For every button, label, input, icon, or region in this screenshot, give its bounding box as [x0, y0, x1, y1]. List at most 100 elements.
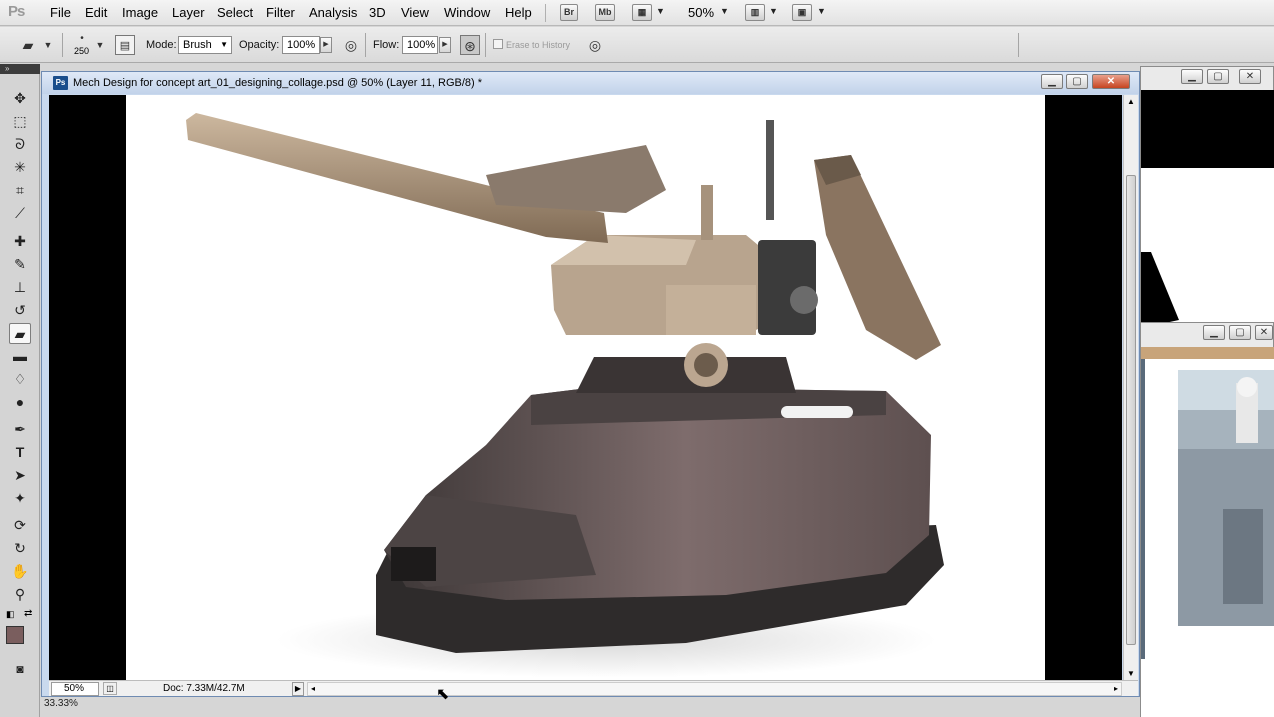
status-menu-arrow-icon[interactable]: ▶: [292, 682, 304, 696]
shape-icon[interactable]: ✦: [9, 488, 31, 509]
eraser-icon[interactable]: ▰: [9, 323, 31, 344]
menu-3d[interactable]: 3D: [369, 5, 386, 20]
document-window[interactable]: Ps Mech Design for concept art_01_design…: [41, 71, 1140, 697]
menu-file[interactable]: File: [50, 5, 71, 20]
minimize-icon[interactable]: ▁: [1203, 325, 1225, 340]
maximize-icon[interactable]: ▢: [1207, 69, 1229, 84]
airbrush-icon[interactable]: ⊛: [460, 35, 480, 55]
swap-colors-icon[interactable]: ⇄: [24, 608, 32, 619]
brush-panel-icon[interactable]: ▤: [115, 35, 135, 55]
options-separator: [62, 33, 63, 57]
options-separator: [1018, 33, 1019, 57]
blur-icon[interactable]: ♢: [9, 369, 31, 390]
magic-wand-icon[interactable]: ✳: [9, 157, 31, 178]
brush-icon[interactable]: ✎: [9, 254, 31, 275]
close-icon[interactable]: ✕: [1092, 74, 1130, 89]
foreground-color-swatch[interactable]: [6, 626, 24, 644]
menu-window[interactable]: Window: [444, 5, 490, 20]
vertical-scrollbar[interactable]: ▲ ▼: [1123, 95, 1138, 680]
document-titlebar[interactable]: Ps Mech Design for concept art_01_design…: [42, 72, 1139, 94]
type-icon[interactable]: T: [9, 442, 31, 463]
menu-help[interactable]: Help: [505, 5, 532, 20]
mode-select[interactable]: Brush ▼: [178, 36, 232, 54]
vertical-scrollbar-thumb[interactable]: [1126, 175, 1136, 645]
lasso-icon[interactable]: ᘐ: [9, 134, 31, 155]
crop-icon[interactable]: ⌗: [9, 180, 31, 201]
bridge-button[interactable]: Br: [560, 4, 578, 21]
options-separator: [485, 33, 486, 57]
background-document-window[interactable]: ▁ ▢ ✕: [1140, 66, 1274, 334]
mini-bridge-button[interactable]: Mb: [595, 4, 615, 21]
background-window-canvas: [1141, 359, 1274, 717]
zoom-level-menu[interactable]: 50%: [688, 5, 714, 20]
arrange-documents-icon[interactable]: ▥: [745, 4, 765, 21]
mouse-cursor-icon: ⬉: [436, 686, 450, 703]
maximize-icon[interactable]: ▢: [1066, 74, 1088, 89]
erase-to-history-checkbox[interactable]: [493, 39, 503, 49]
extras-icon[interactable]: ▦: [632, 4, 652, 21]
dodge-icon[interactable]: ●: [9, 392, 31, 413]
chevron-down-icon[interactable]: ▼: [656, 6, 665, 16]
tablet-pressure-size-icon[interactable]: ◎: [585, 35, 605, 55]
scroll-right-icon[interactable]: ▸: [1114, 684, 1118, 693]
minimize-icon[interactable]: ▁: [1041, 74, 1063, 89]
erase-to-history-label: Erase to History: [506, 40, 571, 50]
background-window-artwork: [1141, 252, 1179, 328]
quick-mask-icon[interactable]: ◙: [9, 659, 31, 680]
minimize-icon[interactable]: ▁: [1181, 69, 1203, 84]
tablet-pressure-opacity-icon[interactable]: ◎: [341, 35, 361, 55]
marquee-icon[interactable]: ⬚: [9, 111, 31, 132]
background-window-canvas: [1141, 90, 1274, 168]
eyedropper-icon[interactable]: ⟋: [9, 203, 31, 224]
default-colors-icon[interactable]: ◧: [6, 609, 15, 620]
flow-field[interactable]: 100%: [402, 36, 438, 54]
share-icon[interactable]: ◫: [103, 682, 117, 695]
maximize-icon[interactable]: ▢: [1229, 325, 1251, 340]
zoom-field[interactable]: 50%: [51, 682, 99, 696]
chevron-down-icon[interactable]: ▼: [90, 35, 110, 55]
clone-stamp-icon[interactable]: ⊥: [9, 277, 31, 298]
menu-bar: Ps File Edit Image Layer Select Filter A…: [0, 0, 1274, 26]
menu-view[interactable]: View: [401, 5, 429, 20]
tools-panel: » ✥ ⬚ ᘐ ✳ ⌗ ⟋ ✚ ✎ ⊥ ↺ ▰ ▬ ♢ ● ✒ T ➤ ✦ ⟳ …: [0, 64, 40, 717]
menu-layer[interactable]: Layer: [172, 5, 205, 20]
horizontal-scrollbar[interactable]: ◂ ▸: [307, 682, 1122, 696]
opacity-field[interactable]: 100%: [282, 36, 320, 54]
menu-analysis[interactable]: Analysis: [309, 5, 357, 20]
photoshop-document-icon: Ps: [53, 76, 68, 90]
3d-rotate-icon[interactable]: ⟳: [9, 515, 31, 536]
scroll-down-icon[interactable]: ▼: [1127, 669, 1135, 678]
healing-brush-icon[interactable]: ✚: [9, 231, 31, 252]
hand-icon[interactable]: ✋: [9, 561, 31, 582]
gradient-icon[interactable]: ▬: [9, 346, 31, 367]
document-canvas[interactable]: [126, 95, 1045, 680]
chevron-down-icon[interactable]: ▼: [720, 6, 729, 16]
menu-edit[interactable]: Edit: [85, 5, 107, 20]
background-document-window[interactable]: ▁ ▢ ✕: [1140, 322, 1274, 717]
canvas-pasteboard[interactable]: [49, 95, 1122, 680]
options-separator: [365, 33, 366, 57]
screen-mode-icon[interactable]: ▣: [792, 4, 812, 21]
mech-turret-artwork: [186, 113, 944, 678]
3d-orbit-icon[interactable]: ↻: [9, 538, 31, 559]
scroll-up-icon[interactable]: ▲: [1127, 97, 1135, 106]
path-selection-icon[interactable]: ➤: [9, 465, 31, 486]
history-brush-icon[interactable]: ↺: [9, 300, 31, 321]
mode-value: Brush: [183, 39, 212, 51]
menu-filter[interactable]: Filter: [266, 5, 295, 20]
tools-panel-collapse-icon[interactable]: »: [0, 64, 40, 74]
flow-slider-arrow-icon[interactable]: ▶: [439, 37, 451, 53]
close-icon[interactable]: ✕: [1239, 69, 1261, 84]
menu-select[interactable]: Select: [217, 5, 253, 20]
eraser-icon[interactable]: ▰: [18, 35, 38, 55]
scroll-left-icon[interactable]: ◂: [311, 684, 315, 693]
menu-image[interactable]: Image: [122, 5, 158, 20]
chevron-down-icon[interactable]: ▼: [38, 35, 58, 55]
chevron-down-icon[interactable]: ▼: [817, 6, 826, 16]
opacity-slider-arrow-icon[interactable]: ▶: [320, 37, 332, 53]
chevron-down-icon[interactable]: ▼: [769, 6, 778, 16]
close-icon[interactable]: ✕: [1255, 325, 1273, 340]
pen-icon[interactable]: ✒: [9, 419, 31, 440]
zoom-icon[interactable]: ⚲: [9, 584, 31, 605]
move-icon[interactable]: ✥: [9, 88, 31, 109]
